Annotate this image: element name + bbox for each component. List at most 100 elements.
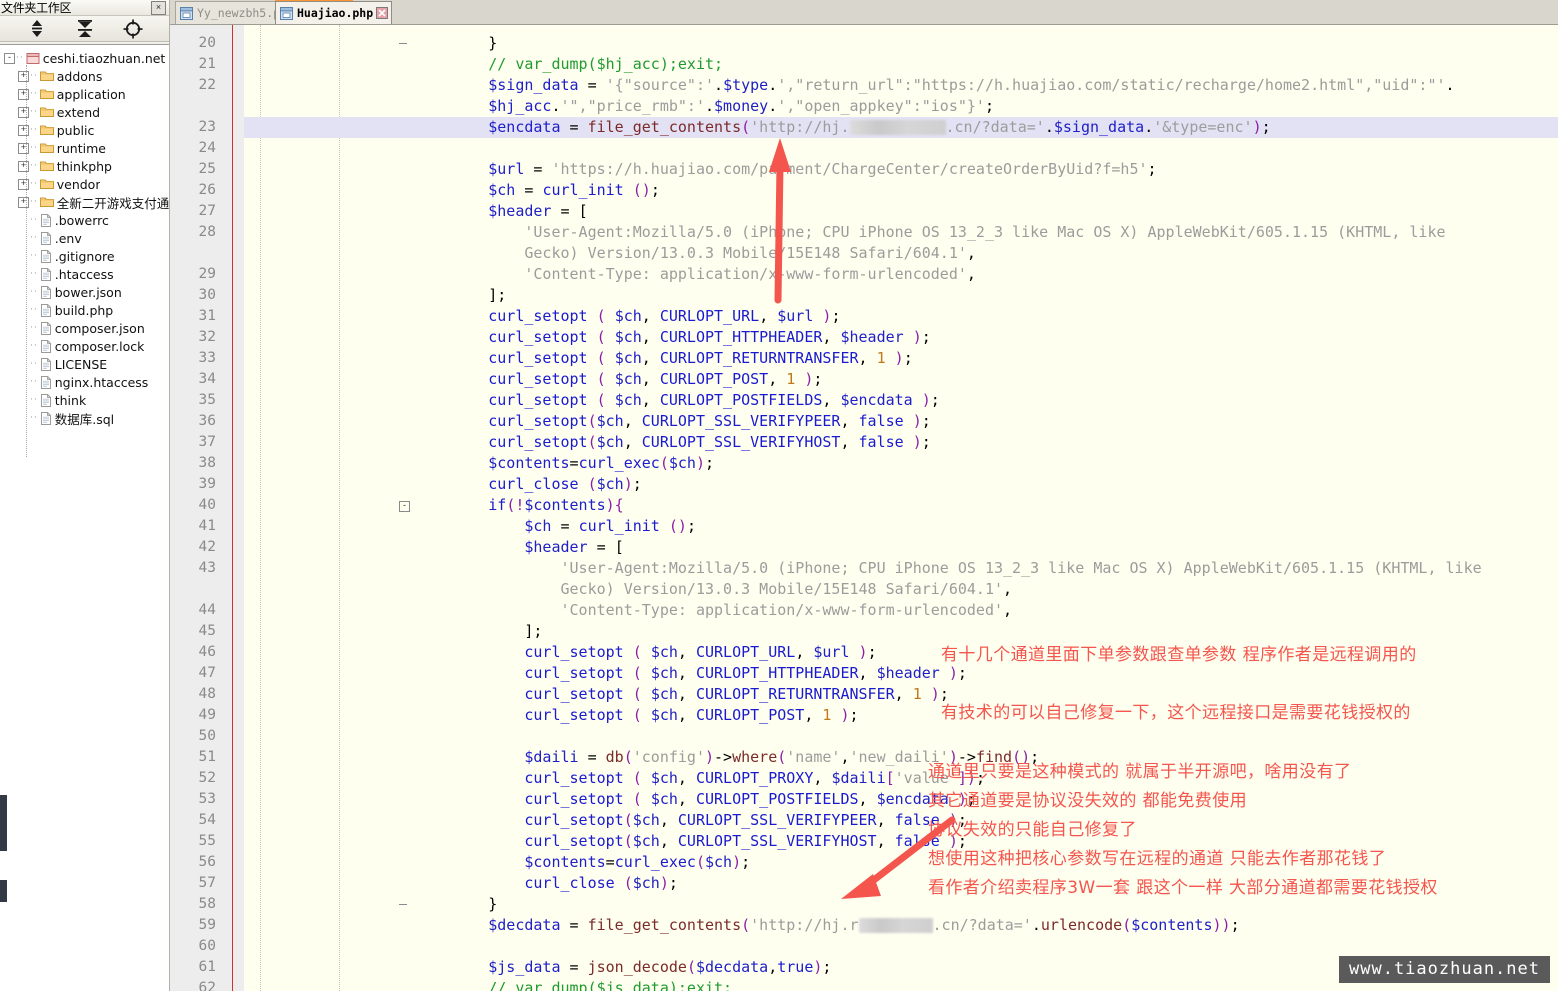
- line-number: 30: [198, 287, 216, 303]
- tree-expander[interactable]: +: [18, 106, 29, 118]
- folder-icon: [39, 179, 54, 189]
- code-line[interactable]: 42 $header = [: [170, 537, 1558, 558]
- fold-toggle-icon[interactable]: -: [399, 501, 410, 512]
- code-editor[interactable]: 20 } 21 // var_dump($hj_acc);exit; 22 $sig…: [170, 25, 1558, 991]
- code-line[interactable]: 56 $contents=curl_exec($ch);: [170, 852, 1558, 873]
- tree-expander[interactable]: +: [18, 124, 29, 136]
- tree-expander[interactable]: +: [18, 70, 29, 82]
- tree-guide-line: [26, 65, 27, 457]
- code-line[interactable]: 50: [170, 726, 1558, 747]
- code-line[interactable]: $hj_acc.'","price_rmb":'.$money.',"open_…: [170, 96, 1558, 117]
- code-line[interactable]: Gecko) Version/13.0.3 Mobile/15E148 Safa…: [170, 579, 1558, 600]
- fold-end-marker: [399, 43, 407, 44]
- file-tree[interactable]: - ·· ceshi.tiaozhuan.net + ·· addons + ·· applic…: [0, 44, 169, 991]
- tree-expander[interactable]: +: [18, 142, 29, 154]
- tree-dots: ··: [30, 251, 38, 261]
- site-root-icon: [26, 52, 40, 64]
- code-line[interactable]: 59 $decdata = file_get_contents('http://…: [170, 915, 1558, 936]
- code-line[interactable]: 46 curl_setopt ( $ch, CURLOPT_URL, $url …: [170, 642, 1558, 663]
- code-line[interactable]: 32 curl_setopt ( $ch, CURLOPT_HTTPHEADER…: [170, 327, 1558, 348]
- code-text: curl_setopt ( $ch, CURLOPT_POST, 1 );: [524, 706, 859, 724]
- code-line[interactable]: 33 curl_setopt ( $ch, CURLOPT_RETURNTRAN…: [170, 348, 1558, 369]
- code-line[interactable]: 40 - if(!$contents){: [170, 495, 1558, 516]
- code-line[interactable]: 38 $contents=curl_exec($ch);: [170, 453, 1558, 474]
- code-line[interactable]: Gecko) Version/13.0.3 Mobile/15E148 Safa…: [170, 243, 1558, 264]
- line-number: 54: [198, 812, 216, 828]
- folder-icon: [39, 197, 54, 207]
- tree-expander[interactable]: -: [4, 52, 15, 64]
- code-line[interactable]: 41 $ch = curl_init ();: [170, 516, 1558, 537]
- line-number: 57: [198, 875, 216, 891]
- code-line[interactable]: 58 }: [170, 894, 1558, 915]
- line-number: 23: [198, 119, 216, 135]
- line-number: 43: [198, 560, 216, 576]
- code-text: ];: [524, 622, 543, 640]
- code-text: // var_dump($hj_acc);exit;: [488, 55, 724, 73]
- line-number: 36: [198, 413, 216, 429]
- code-line[interactable]: 47 curl_setopt ( $ch, CURLOPT_HTTPHEADER…: [170, 663, 1558, 684]
- file-icon: [40, 213, 51, 227]
- collapse-all-icon[interactable]: [74, 18, 96, 40]
- tree-expander[interactable]: +: [18, 88, 29, 100]
- code-line[interactable]: 28 'User-Agent:Mozilla/5.0 (iPhone; CPU …: [170, 222, 1558, 243]
- file-icon: [40, 393, 51, 407]
- tree-dots: ··: [30, 377, 38, 387]
- code-line[interactable]: 49 curl_setopt ( $ch, CURLOPT_POST, 1 );: [170, 705, 1558, 726]
- code-line[interactable]: 43 'User-Agent:Mozilla/5.0 (iPhone; CPU …: [170, 558, 1558, 579]
- code-line[interactable]: 21 // var_dump($hj_acc);exit;: [170, 54, 1558, 75]
- code-line[interactable]: 55 curl_setopt($ch, CURLOPT_SSL_VERIFYHO…: [170, 831, 1558, 852]
- expand-collapse-icon[interactable]: [26, 18, 48, 40]
- code-text: }: [488, 895, 498, 913]
- editor-tab-label: Huajiao.php: [297, 6, 374, 20]
- code-line[interactable]: 34 curl_setopt ( $ch, CURLOPT_POST, 1 );: [170, 369, 1558, 390]
- code-line[interactable]: 26 $ch = curl_init ();: [170, 180, 1558, 201]
- code-text: curl_close ($ch);: [488, 475, 642, 493]
- editor-tab-1[interactable]: Huajiao.php: [275, 1, 393, 24]
- code-line[interactable]: 36 curl_setopt($ch, CURLOPT_SSL_VERIFYPE…: [170, 411, 1558, 432]
- line-number: 45: [198, 623, 216, 639]
- tree-item-label: ceshi.tiaozhuan.net: [42, 50, 166, 66]
- tree-expander[interactable]: +: [18, 160, 29, 172]
- code-text: }: [488, 34, 498, 52]
- tree-item-label: .htaccess: [54, 266, 114, 282]
- locate-target-icon[interactable]: [122, 18, 144, 40]
- code-line[interactable]: 22 $sign_data = '{"source":'.$type.',"re…: [170, 75, 1558, 96]
- code-line[interactable]: 30 ];: [170, 285, 1558, 306]
- code-line[interactable]: 23 $encdata = file_get_contents('http://…: [170, 117, 1558, 138]
- line-number: 25: [198, 161, 216, 177]
- code-line[interactable]: 53 curl_setopt ( $ch, CURLOPT_POSTFIELDS…: [170, 789, 1558, 810]
- folder-icon: [39, 71, 54, 81]
- code-line[interactable]: 60: [170, 936, 1558, 957]
- tree-dots: ··: [16, 53, 24, 63]
- code-line[interactable]: 27 $header = [: [170, 201, 1558, 222]
- close-icon[interactable]: ×: [151, 1, 166, 15]
- tree-expander[interactable]: +: [18, 178, 29, 190]
- tree-dots: ··: [30, 161, 38, 171]
- code-text: $header = [: [488, 202, 588, 220]
- code-line[interactable]: 52 curl_setopt ( $ch, CURLOPT_PROXY, $da…: [170, 768, 1558, 789]
- code-text: curl_setopt ( $ch, CURLOPT_POSTFIELDS, $…: [524, 790, 976, 808]
- code-line[interactable]: 25 $url = 'https://h.huajiao.com/payment…: [170, 159, 1558, 180]
- code-line[interactable]: 37 curl_setopt($ch, CURLOPT_SSL_VERIFYHO…: [170, 432, 1558, 453]
- tree-expander[interactable]: +: [18, 196, 29, 208]
- code-line[interactable]: 57 curl_close ($ch);: [170, 873, 1558, 894]
- code-line[interactable]: 24: [170, 138, 1558, 159]
- code-line[interactable]: 54 curl_setopt($ch, CURLOPT_SSL_VERIFYPE…: [170, 810, 1558, 831]
- code-line[interactable]: 20 }: [170, 33, 1558, 54]
- code-text: if(!$contents){: [488, 496, 624, 514]
- code-line[interactable]: 39 curl_close ($ch);: [170, 474, 1558, 495]
- tree-dots: ··: [30, 395, 38, 405]
- code-line[interactable]: 45 ];: [170, 621, 1558, 642]
- line-number: 51: [198, 749, 216, 765]
- code-line[interactable]: 44 'Content-Type: application/x-www-form…: [170, 600, 1558, 621]
- code-line[interactable]: 48 curl_setopt ( $ch, CURLOPT_RETURNTRAN…: [170, 684, 1558, 705]
- code-text: ];: [488, 286, 507, 304]
- code-lines[interactable]: 20 } 21 // var_dump($hj_acc);exit; 22 $sig…: [170, 25, 1558, 991]
- php-file-icon: [280, 6, 293, 20]
- code-line[interactable]: 29 'Content-Type: application/x-www-form…: [170, 264, 1558, 285]
- code-line[interactable]: 51 $daili = db('config')->where('name','…: [170, 747, 1558, 768]
- code-line[interactable]: 35 curl_setopt ( $ch, CURLOPT_POSTFIELDS…: [170, 390, 1558, 411]
- line-number: 28: [198, 224, 216, 240]
- code-line[interactable]: 31 curl_setopt ( $ch, CURLOPT_URL, $url …: [170, 306, 1558, 327]
- code-text: $decdata = file_get_contents('http://hj.…: [488, 916, 1240, 934]
